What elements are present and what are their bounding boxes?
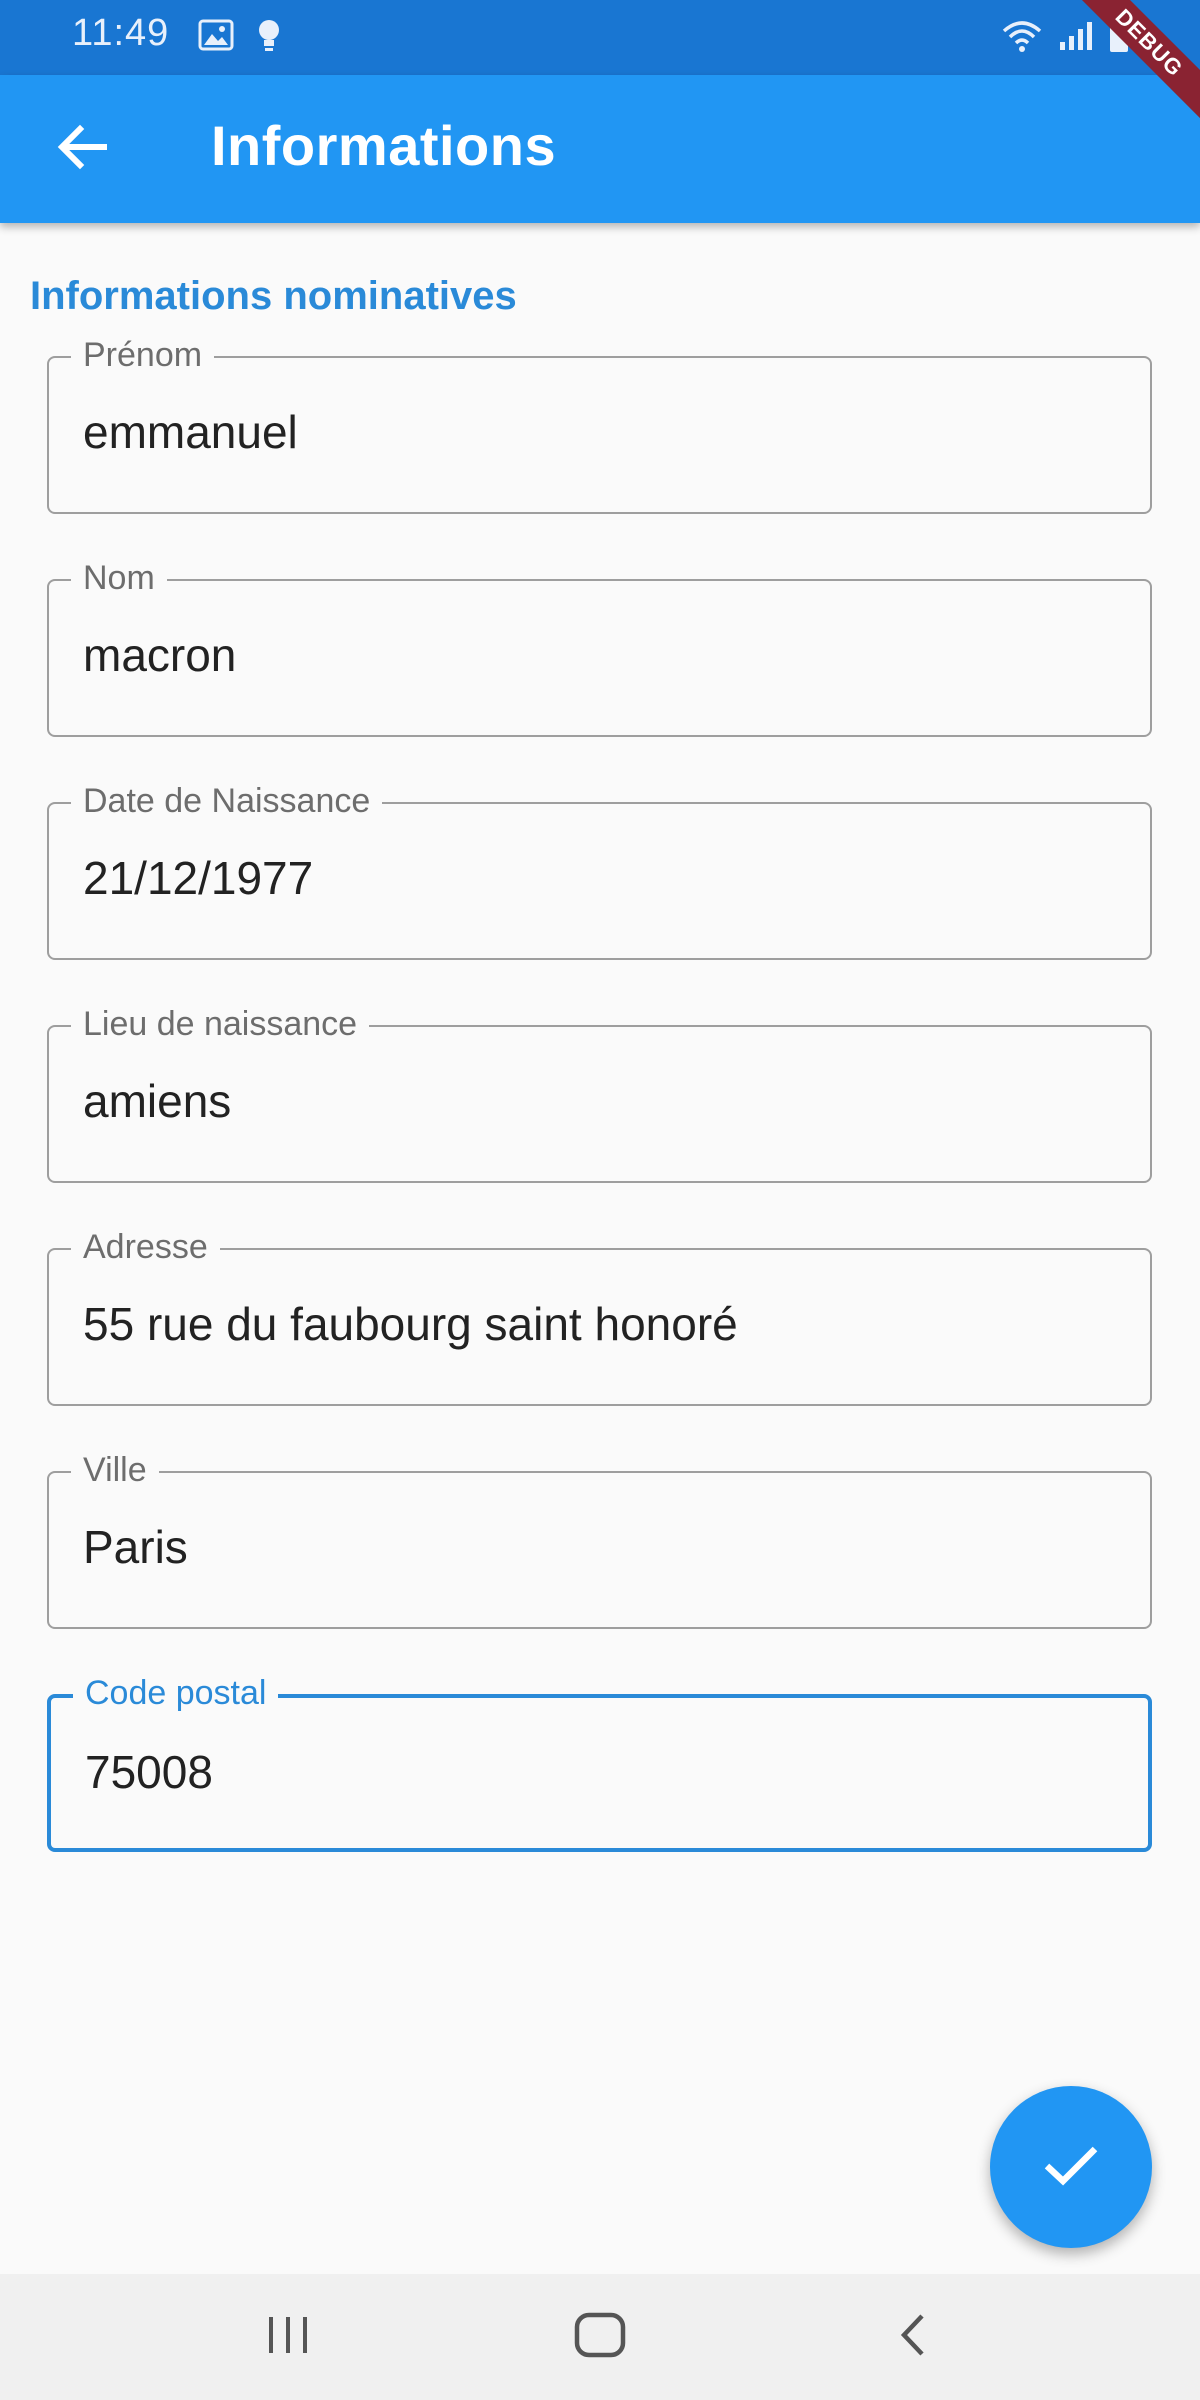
- birth-place-input[interactable]: amiens: [83, 1073, 1103, 1129]
- bulb-icon: [256, 18, 282, 57]
- page-title: Informations: [211, 114, 557, 177]
- address-label: Adresse: [71, 1226, 220, 1268]
- address-input[interactable]: 55 rue du faubourg saint honoré: [83, 1296, 1103, 1352]
- last-name-field[interactable]: Nom macron: [47, 557, 1152, 737]
- birth-date-field[interactable]: Date de Naissance 21/12/1977: [47, 780, 1152, 960]
- status-bar: 11:49: [0, 0, 1200, 75]
- home-icon: [573, 2310, 627, 2365]
- back-icon: [892, 2310, 932, 2365]
- recent-apps-icon: [263, 2313, 313, 2362]
- back-button[interactable]: [44, 111, 120, 187]
- last-name-label: Nom: [71, 557, 167, 599]
- section-title: Informations nominatives: [30, 274, 517, 318]
- first-name-field[interactable]: Prénom emmanuel: [47, 334, 1152, 514]
- recent-apps-button[interactable]: [248, 2302, 328, 2372]
- image-icon: [198, 19, 234, 56]
- status-time: 11:49: [72, 12, 170, 54]
- signal-icon: [1058, 20, 1094, 57]
- postal-code-label: Code postal: [73, 1672, 279, 1714]
- check-icon: [1041, 2142, 1101, 2193]
- system-back-button[interactable]: [872, 2302, 952, 2372]
- birth-place-field[interactable]: Lieu de naissance amiens: [47, 1003, 1152, 1183]
- home-button[interactable]: [560, 2302, 640, 2372]
- city-field[interactable]: Ville Paris: [47, 1449, 1152, 1629]
- birth-date-input[interactable]: 21/12/1977: [83, 850, 1103, 906]
- birth-date-label: Date de Naissance: [71, 780, 383, 822]
- first-name-input[interactable]: emmanuel: [83, 404, 1103, 460]
- city-label: Ville: [71, 1449, 159, 1491]
- app-bar: Informations: [0, 75, 1200, 223]
- last-name-input[interactable]: macron: [83, 627, 1103, 683]
- first-name-label: Prénom: [71, 334, 215, 376]
- postal-code-field[interactable]: Code postal 75008: [47, 1672, 1152, 1852]
- postal-code-input[interactable]: 75008: [85, 1744, 1105, 1800]
- submit-fab-button[interactable]: [990, 2086, 1152, 2248]
- arrow-back-icon: [56, 124, 108, 175]
- address-field[interactable]: Adresse 55 rue du faubourg saint honoré: [47, 1226, 1152, 1406]
- birth-place-label: Lieu de naissance: [71, 1003, 370, 1045]
- wifi-icon: [1000, 19, 1044, 58]
- system-nav-bar: [0, 2274, 1200, 2400]
- city-input[interactable]: Paris: [83, 1519, 1103, 1575]
